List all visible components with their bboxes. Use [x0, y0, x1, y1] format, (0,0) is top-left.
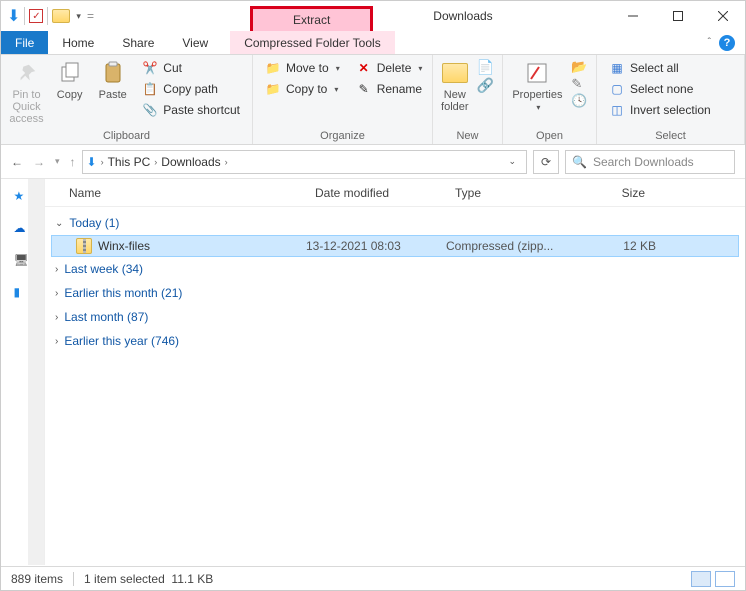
rename-button[interactable]: ✎Rename — [352, 80, 427, 98]
help-icon[interactable]: ? — [719, 35, 735, 51]
column-headers[interactable]: Name Date modified Type Size — [45, 179, 745, 207]
collapse-ribbon-icon[interactable]: ˆ — [708, 37, 711, 48]
pin-to-quick-access-button[interactable]: Pin to Quick access — [9, 59, 44, 125]
chevron-right-icon: › — [55, 312, 58, 323]
tab-home[interactable]: Home — [48, 31, 108, 54]
copy-path-button[interactable]: 📋Copy path — [138, 80, 244, 98]
paste-shortcut-button[interactable]: 📎Paste shortcut — [138, 101, 244, 119]
shortcut-icon: 📎 — [142, 102, 158, 118]
move-to-icon: 📁 — [265, 60, 281, 76]
maximize-button[interactable] — [655, 1, 700, 31]
chevron-right-icon: › — [55, 264, 58, 275]
address-bar[interactable]: ⬇ › This PC› Downloads› ⌄ — [82, 150, 527, 174]
large-icons-view-button[interactable] — [715, 571, 735, 587]
group-last-month[interactable]: ›Last month (87) — [45, 305, 745, 329]
tab-file[interactable]: File — [1, 31, 48, 54]
details-view-button[interactable] — [691, 571, 711, 587]
status-selected: 1 item selected 11.1 KB — [84, 572, 213, 586]
new-folder-icon — [441, 59, 469, 87]
column-date[interactable]: Date modified — [305, 186, 445, 200]
invert-selection-button[interactable]: ◫Invert selection — [605, 101, 715, 119]
move-to-button[interactable]: 📁Move to▾ — [261, 59, 344, 77]
chevron-down-icon: ⌄ — [55, 218, 63, 229]
chevron-right-icon: › — [55, 288, 58, 299]
copy-button[interactable]: Copy — [52, 59, 87, 101]
file-row-winx-files[interactable]: Winx-files 13-12-2021 08:03 Compressed (… — [51, 235, 739, 257]
properties-icon — [523, 59, 551, 87]
select-all-button[interactable]: ▦Select all — [605, 59, 715, 77]
status-bar: 889 items 1 item selected 11.1 KB — [1, 566, 745, 590]
invert-selection-icon: ◫ — [609, 102, 625, 118]
ribbon-tabs: File Home Share View Compressed Folder T… — [1, 31, 745, 55]
group-last-week[interactable]: ›Last week (34) — [45, 257, 745, 281]
select-none-icon: ▢ — [609, 81, 625, 97]
history-icon[interactable]: 🕓 — [571, 93, 587, 109]
tab-share[interactable]: Share — [108, 31, 168, 54]
down-arrow-icon[interactable]: ⬇ — [7, 6, 20, 26]
address-dropdown-icon[interactable]: ⌄ — [502, 156, 522, 167]
paste-icon — [99, 59, 127, 87]
tab-view[interactable]: View — [168, 31, 222, 54]
folder-icon — [52, 9, 70, 23]
group-earlier-month[interactable]: ›Earlier this month (21) — [45, 281, 745, 305]
navigation-pane[interactable]: ★ ☁ 🖥 ▮ — [1, 179, 45, 565]
group-today[interactable]: ⌄Today (1) — [45, 211, 745, 235]
navigation-bar: ← → ▾ ↑ ⬇ › This PC› Downloads› ⌄ ⟳ 🔍 Se… — [1, 145, 745, 179]
copy-to-button[interactable]: 📁Copy to▾ — [261, 80, 344, 98]
copy-icon — [56, 59, 84, 87]
title-bar: ⬇ ✓ ▾ = Extract Downloads — [1, 1, 745, 31]
up-button[interactable]: ↑ — [70, 155, 76, 169]
copy-to-icon: 📁 — [265, 81, 281, 97]
group-earlier-year[interactable]: ›Earlier this year (746) — [45, 329, 745, 353]
open-icon[interactable]: 📂 — [571, 59, 587, 75]
checkbox-icon[interactable]: ✓ — [29, 9, 43, 23]
scissors-icon: ✂️ — [142, 60, 158, 76]
context-label: Compressed Folder Tools — [230, 31, 395, 54]
context-tab-extract[interactable]: Extract — [250, 6, 373, 31]
minimize-button[interactable] — [610, 1, 655, 31]
column-name[interactable]: Name — [45, 186, 305, 200]
select-none-button[interactable]: ▢Select none — [605, 80, 715, 98]
column-size[interactable]: Size — [565, 186, 655, 200]
close-button[interactable] — [700, 1, 745, 31]
refresh-button[interactable]: ⟳ — [533, 150, 559, 174]
breadcrumb-this-pc[interactable]: This PC› — [108, 155, 158, 169]
chevron-right-icon: › — [55, 336, 58, 347]
content-area: ★ ☁ 🖥 ▮ Name Date modified Type Size ⌄To… — [1, 179, 745, 565]
paste-button[interactable]: Paste — [95, 59, 130, 101]
sidebar-scrollbar[interactable] — [28, 179, 44, 565]
quick-access-toolbar: ⬇ ✓ ▾ = — [1, 1, 100, 31]
edit-icon[interactable]: ✎ — [571, 76, 587, 92]
qat-dropdown-icon[interactable]: ▾ — [76, 11, 81, 22]
file-list: Name Date modified Type Size ⌄Today (1) … — [45, 179, 745, 565]
search-icon: 🔍 — [572, 155, 587, 169]
forward-button[interactable]: → — [33, 155, 45, 169]
new-folder-button[interactable]: New folder — [441, 59, 469, 113]
breadcrumb-downloads[interactable]: Downloads› — [161, 155, 227, 169]
recent-locations-button[interactable]: ▾ — [55, 156, 60, 167]
down-arrow-icon: ⬇ — [87, 155, 97, 169]
properties-button[interactable]: Properties ▾ — [511, 59, 563, 112]
select-all-icon: ▦ — [609, 60, 625, 76]
back-button[interactable]: ← — [11, 155, 23, 169]
rename-icon: ✎ — [356, 81, 372, 97]
new-item-icon[interactable]: 📄 — [477, 59, 494, 76]
status-item-count: 889 items — [11, 572, 63, 586]
copy-path-icon: 📋 — [142, 81, 158, 97]
pin-icon — [13, 59, 41, 87]
ribbon: Pin to Quick access Copy Paste ✂️Cut 📋Co… — [1, 55, 745, 145]
delete-button[interactable]: ✕Delete▾ — [352, 59, 427, 77]
column-type[interactable]: Type — [445, 186, 565, 200]
zip-icon — [76, 238, 92, 254]
search-box[interactable]: 🔍 Search Downloads — [565, 150, 735, 174]
window-title: Downloads — [433, 1, 492, 31]
cut-button[interactable]: ✂️Cut — [138, 59, 244, 77]
delete-icon: ✕ — [356, 60, 372, 76]
easy-access-icon[interactable]: 🔗 — [477, 77, 494, 94]
